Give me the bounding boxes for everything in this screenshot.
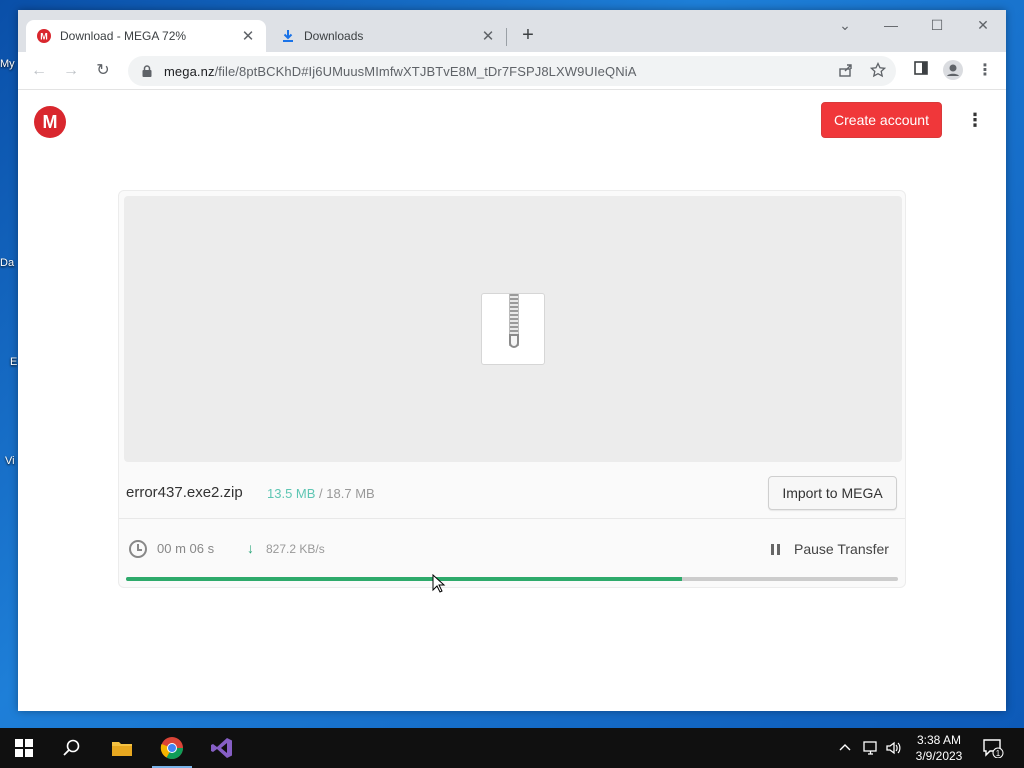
search-icon[interactable] [48, 728, 96, 768]
file-size: 13.5 MB / 18.7 MB [267, 486, 375, 501]
desktop-icon-label[interactable]: My [0, 58, 20, 70]
mega-logo[interactable]: M [34, 106, 66, 138]
back-icon[interactable]: ← [28, 60, 50, 82]
forward-icon[interactable]: → [60, 60, 82, 82]
windows-start-icon[interactable] [0, 728, 48, 768]
clock-icon [129, 540, 147, 558]
import-to-mega-button[interactable]: Import to MEGA [768, 476, 897, 510]
desktop-icon-label[interactable]: Da [0, 257, 20, 269]
download-card: error437.exe2.zip 13.5 MB / 18.7 MB Impo… [118, 190, 906, 588]
notifications-icon[interactable]: 1 [982, 728, 1004, 768]
tab-downloads[interactable]: Downloads ✕ [270, 20, 506, 52]
tab-mega-download[interactable]: M Download - MEGA 72% ✕ [26, 20, 266, 52]
tab-separator [506, 28, 507, 46]
progress-fill [126, 577, 682, 581]
create-account-button[interactable]: Create account [821, 102, 942, 138]
side-panel-icon[interactable] [910, 60, 932, 82]
close-icon[interactable]: ✕ [240, 27, 256, 45]
zip-file-icon [481, 293, 545, 365]
total-size: 18.7 MB [326, 486, 375, 501]
close-window-button[interactable]: ✕ [960, 10, 1006, 40]
mouse-cursor-icon [432, 574, 446, 593]
downloaded-size: 13.5 MB [267, 486, 316, 501]
download-icon [280, 28, 296, 44]
file-explorer-icon[interactable] [98, 728, 146, 768]
minimize-button[interactable]: — [868, 10, 914, 40]
close-icon[interactable]: ✕ [480, 27, 496, 45]
file-name: error437.exe2.zip [126, 484, 243, 501]
clock-time: 3:38 AM [916, 733, 962, 747]
file-info-row: error437.exe2.zip 13.5 MB / 18.7 MB Impo… [119, 467, 905, 519]
lock-icon [142, 65, 152, 77]
maximize-button[interactable]: ☐ [914, 10, 960, 40]
file-preview-area [124, 196, 902, 462]
transfer-status-row: 00 m 06 s ↓ 827.2 KB/s Pause Transfer [119, 520, 905, 580]
svg-text:1: 1 [996, 749, 1001, 758]
share-icon[interactable] [838, 62, 854, 83]
visual-studio-icon[interactable] [198, 728, 246, 768]
address-bar[interactable]: mega.nz/file/8ptBCKhD#Ij6UMuusMImfwXTJBT… [128, 56, 896, 86]
tab-search-icon[interactable]: ⌄ [822, 10, 868, 40]
more-options-icon[interactable]: ⋮ [966, 110, 984, 130]
url-text: mega.nz/file/8ptBCKhD#Ij6UMuusMImfwXTJBT… [164, 63, 637, 79]
new-tab-button[interactable]: + [516, 24, 540, 48]
transfer-speed: 827.2 KB/s [266, 542, 325, 556]
tab-title: Downloads [304, 29, 364, 43]
taskbar-clock[interactable]: 3:38 AM 3/9/2023 [904, 732, 974, 764]
browser-toolbar: ← → ↻ mega.nz/file/8ptBCKhD#Ij6UMuusMImf… [18, 52, 1006, 90]
pause-transfer-button[interactable]: Pause Transfer [794, 541, 889, 557]
volume-icon[interactable] [885, 728, 903, 768]
mega-icon: M [36, 28, 52, 44]
reload-icon[interactable]: ↻ [92, 60, 114, 82]
taskbar: 3:38 AM 3/9/2023 1 [0, 728, 1024, 768]
network-icon[interactable] [862, 728, 880, 768]
browser-menu-icon[interactable]: ⋮ [974, 60, 996, 82]
download-arrow-icon: ↓ [247, 540, 254, 556]
tab-strip: M Download - MEGA 72% ✕ Downloads ✕ + ⌄ … [18, 10, 1006, 52]
tab-title: Download - MEGA 72% [60, 29, 187, 43]
pause-icon[interactable] [771, 544, 781, 555]
mega-download-page: M Create account ⋮ error437.exe2.zip 13.… [18, 90, 1006, 711]
clock-date: 3/9/2023 [915, 749, 963, 763]
profile-avatar-icon[interactable] [942, 60, 964, 82]
time-remaining: 00 m 06 s [157, 541, 215, 556]
show-hidden-icons[interactable] [838, 728, 852, 768]
bookmark-star-icon[interactable] [869, 61, 887, 83]
svg-text:M: M [40, 32, 48, 42]
chrome-icon[interactable] [148, 728, 196, 768]
download-progress-bar [126, 577, 898, 581]
browser-window: M Download - MEGA 72% ✕ Downloads ✕ + ⌄ … [18, 10, 1006, 711]
